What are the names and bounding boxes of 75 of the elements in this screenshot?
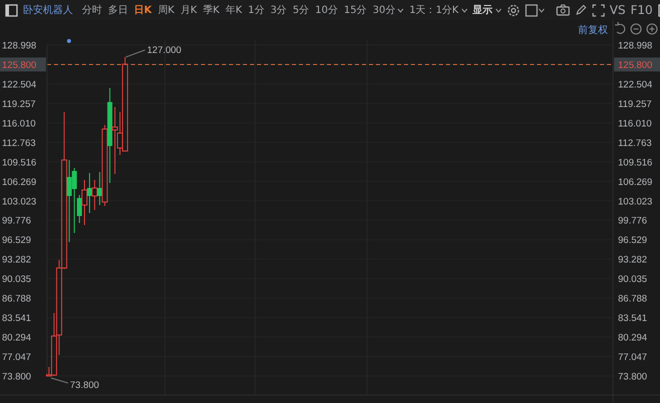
marker-dot	[67, 39, 71, 43]
falling-candle	[97, 172, 102, 206]
caret-icon	[460, 8, 468, 12]
rising-candle	[82, 180, 88, 226]
axis-label: 99.776	[618, 216, 648, 227]
axis-label: 83.541	[618, 313, 648, 324]
axis-label: 116.010	[2, 118, 36, 130]
axis-label: 112.763	[618, 138, 652, 149]
period-tab[interactable]: 15分	[344, 3, 367, 17]
range-dropdown[interactable]: 1天：1分K	[409, 3, 468, 17]
axis-label: 77.047	[2, 352, 32, 364]
axis-label: 122.504	[2, 79, 36, 90]
axis-label: 103.023	[2, 196, 36, 208]
f10-button[interactable]: F10	[630, 3, 653, 17]
stock-name: 卧安机器人	[23, 4, 73, 17]
axis-label: 106.269	[618, 176, 652, 188]
axis-label: 86.788	[618, 294, 648, 305]
fullscreen-icon[interactable]	[592, 4, 605, 16]
axis-label: 90.035	[2, 274, 32, 286]
axis-label: 73.800	[618, 372, 648, 382]
period-tab[interactable]: 周K	[158, 3, 174, 17]
period-tab[interactable]: 季K	[202, 3, 220, 17]
axis-label: 109.516	[618, 157, 652, 168]
axis-label: 119.257	[2, 98, 36, 110]
period-tab[interactable]: 5分	[292, 3, 310, 17]
pencil-icon[interactable]	[574, 4, 587, 16]
axis-label: 73.800	[2, 372, 32, 382]
leader-line	[50, 378, 68, 384]
settings-icon[interactable]	[506, 4, 520, 16]
axis-label: 77.047	[618, 352, 648, 364]
period-tab[interactable]: 多日	[108, 3, 128, 17]
axis-label: 128.998	[2, 40, 36, 52]
axis-label: 106.269	[2, 176, 36, 188]
period-tab[interactable]: 月K	[180, 3, 197, 17]
price-tag: 125.800	[614, 57, 660, 72]
axis-label: 119.257	[618, 98, 652, 110]
axis-label: 86.788	[2, 294, 32, 305]
axis-label: 90.035	[618, 274, 648, 286]
period-tab[interactable]: 3分	[270, 3, 287, 17]
axis-label: 116.010	[618, 118, 652, 130]
price-tag: 125.800	[0, 57, 46, 72]
leader-line	[126, 50, 146, 58]
undo-icon[interactable]	[614, 21, 626, 34]
period-tab[interactable]: 日K	[134, 3, 152, 17]
period-tab[interactable]: 年K	[225, 3, 242, 17]
zoom-out-icon[interactable]	[630, 23, 642, 35]
panel-icon[interactable]	[5, 4, 18, 16]
axis-label: 93.282	[618, 254, 648, 266]
axis-label: 103.023	[618, 196, 652, 208]
period-tab[interactable]: 分时	[82, 3, 102, 17]
axis-label: 80.294	[2, 332, 32, 344]
low-price-label: 73.800	[70, 380, 100, 391]
axis-label: 122.504	[618, 79, 652, 90]
square-dropdown-icon[interactable]	[524, 4, 545, 16]
zoom-in-icon[interactable]	[646, 23, 658, 35]
display-dropdown[interactable]: 显示	[472, 3, 502, 17]
axis-label: 80.294	[618, 332, 648, 344]
adjustment-dropdown[interactable]: 前复权	[578, 25, 608, 36]
axis-label: 99.776	[2, 216, 32, 227]
axis-label: 112.763	[2, 138, 36, 149]
high-price-label: 127.000	[147, 45, 182, 56]
axis-label: 93.282	[2, 254, 32, 266]
axis-label: 83.541	[2, 313, 32, 324]
falling-candle	[87, 172, 92, 214]
axis-label: 128.998	[618, 40, 652, 52]
rising-candle	[92, 180, 98, 211]
axis-label: 109.516	[2, 157, 36, 168]
axis-label: 96.529	[618, 235, 648, 246]
period-tab[interactable]: 1分	[248, 3, 264, 17]
period-tab[interactable]: 10分	[315, 3, 338, 17]
vs-button[interactable]: VS	[610, 3, 626, 17]
axis-label: 96.529	[2, 235, 32, 246]
period-tab[interactable]: 30分	[372, 3, 404, 17]
camera-icon[interactable]	[556, 4, 570, 16]
caret-icon	[494, 8, 502, 12]
